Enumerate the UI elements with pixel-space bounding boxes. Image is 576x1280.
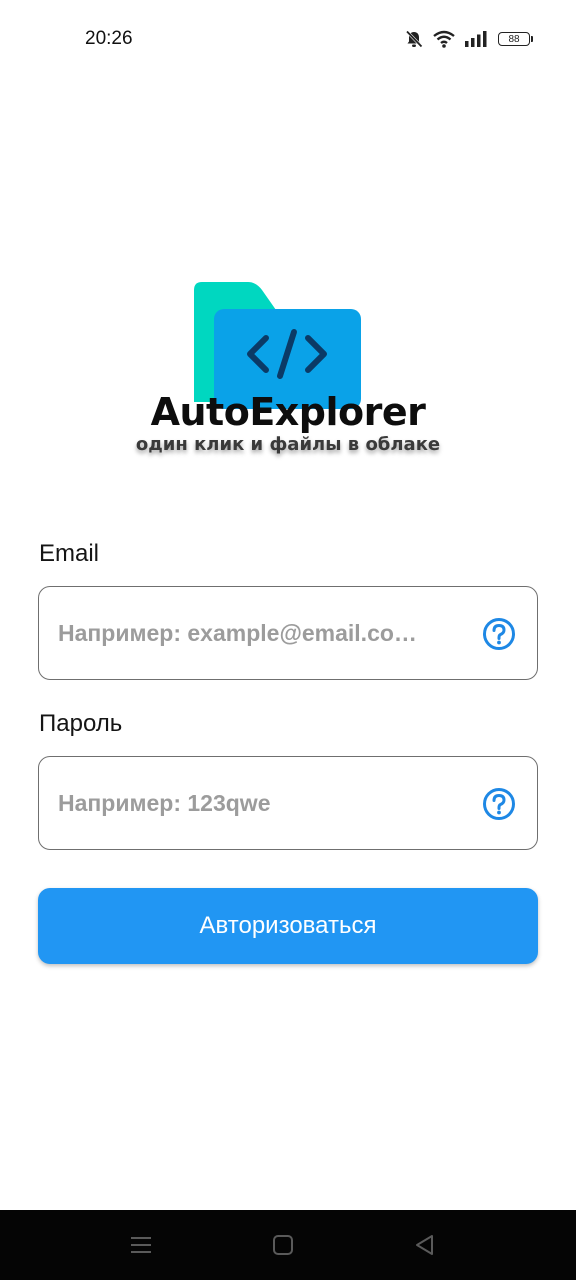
email-input[interactable] — [58, 587, 458, 679]
battery-icon: 88 — [498, 32, 533, 46]
app-logo: AutoExplorer один клик и файлы в облаке — [130, 270, 450, 470]
home-icon[interactable] — [268, 1230, 298, 1260]
email-help-icon[interactable] — [482, 617, 516, 651]
password-input[interactable] — [58, 757, 458, 849]
email-label: Email — [39, 540, 100, 567]
signal-icon — [464, 30, 488, 48]
app-title: AutoExplorer — [150, 390, 426, 434]
login-button[interactable]: Авторизоваться — [38, 888, 538, 964]
back-icon[interactable] — [410, 1230, 440, 1260]
wifi-icon — [432, 29, 456, 49]
password-field[interactable] — [38, 756, 538, 850]
password-help-icon[interactable] — [482, 787, 516, 821]
email-field[interactable] — [38, 586, 538, 680]
status-time: 20:26 — [85, 28, 133, 49]
app-tagline: один клик и файлы в облаке — [135, 434, 441, 455]
status-icons: 88 — [404, 26, 533, 52]
menu-icon[interactable] — [126, 1230, 156, 1260]
system-nav-bar — [0, 1210, 576, 1280]
bell-off-icon — [404, 29, 424, 49]
status-bar: 20:26 88 — [0, 0, 576, 78]
password-label: Пароль — [39, 710, 123, 737]
